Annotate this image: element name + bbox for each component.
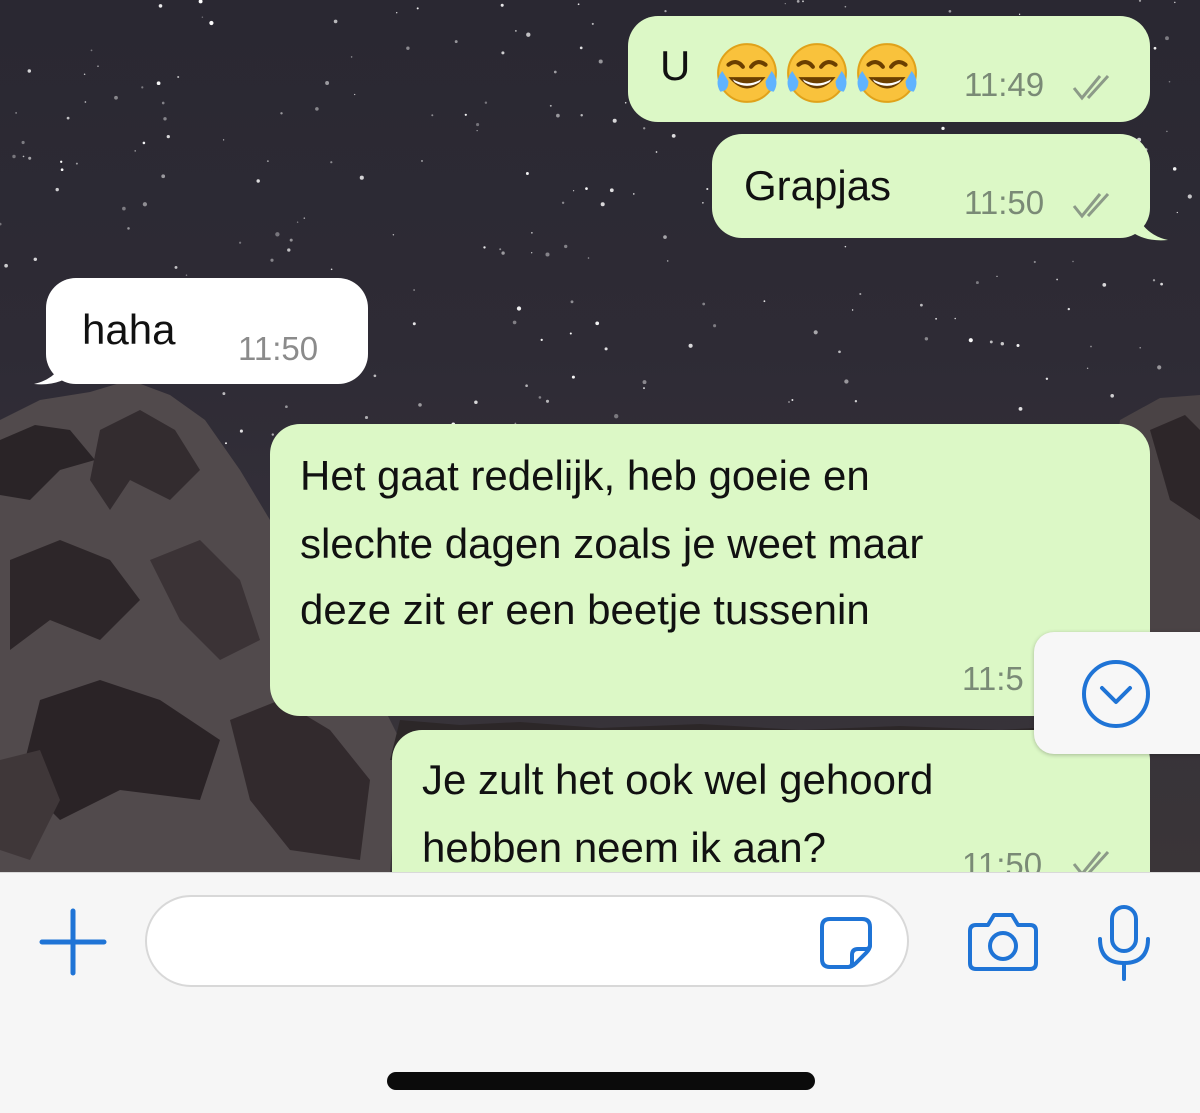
scroll-to-bottom-button[interactable]	[1034, 632, 1200, 754]
message-time: 11:49	[964, 66, 1045, 103]
message-bubble-outgoing[interactable]: Het gaat redelijk, heb goeie en slechte …	[270, 424, 1150, 716]
message-text: haha	[82, 306, 176, 353]
message-time: 11:50	[964, 184, 1045, 221]
chat-area[interactable]: U 11:49 Grapjas 11:50 haha 11:50 Het gaa…	[0, 0, 1200, 872]
home-indicator[interactable]	[387, 1072, 815, 1090]
message-text-line: Je zult het ook wel gehoord	[422, 756, 934, 803]
camera-icon[interactable]	[966, 909, 1040, 973]
read-receipt-icon	[1072, 850, 1110, 872]
message-text: Grapjas	[744, 162, 892, 209]
read-receipt-icon	[1072, 192, 1110, 219]
message-bubble-outgoing[interactable]: Je zult het ook wel gehoord hebben neem …	[392, 730, 1150, 872]
message-text-line: hebben neem ik aan?	[422, 824, 826, 871]
bubble-tail	[34, 346, 70, 385]
message-bubble-incoming[interactable]: haha 11:50	[46, 278, 368, 384]
message-bubble-outgoing[interactable]: U 11:49	[628, 16, 1150, 122]
message-bubble-outgoing[interactable]: Grapjas 11:50	[712, 134, 1150, 238]
message-text-line: Het gaat redelijk, heb goeie en	[300, 452, 870, 499]
plus-icon[interactable]	[38, 907, 108, 977]
face-with-tears-of-joy-icon	[857, 43, 917, 103]
message-text-line: deze zit er een beetje tussenin	[300, 586, 870, 633]
message-time: 11:5	[962, 660, 1024, 697]
message-time: 11:50	[238, 330, 319, 367]
sticker-icon[interactable]	[816, 913, 876, 973]
chevron-down-circle-icon	[1082, 660, 1150, 728]
message-text: U	[660, 42, 691, 89]
message-time: 11:50	[962, 846, 1043, 872]
message-input[interactable]	[145, 895, 909, 987]
face-with-tears-of-joy-icon	[787, 43, 847, 103]
read-receipt-icon	[1072, 74, 1110, 101]
microphone-icon[interactable]	[1094, 903, 1154, 983]
face-with-tears-of-joy-icon	[717, 43, 777, 103]
composer-bar	[0, 872, 1200, 1113]
message-text-line: slechte dagen zoals je weet maar	[300, 520, 924, 567]
bubble-tail	[1132, 202, 1168, 241]
